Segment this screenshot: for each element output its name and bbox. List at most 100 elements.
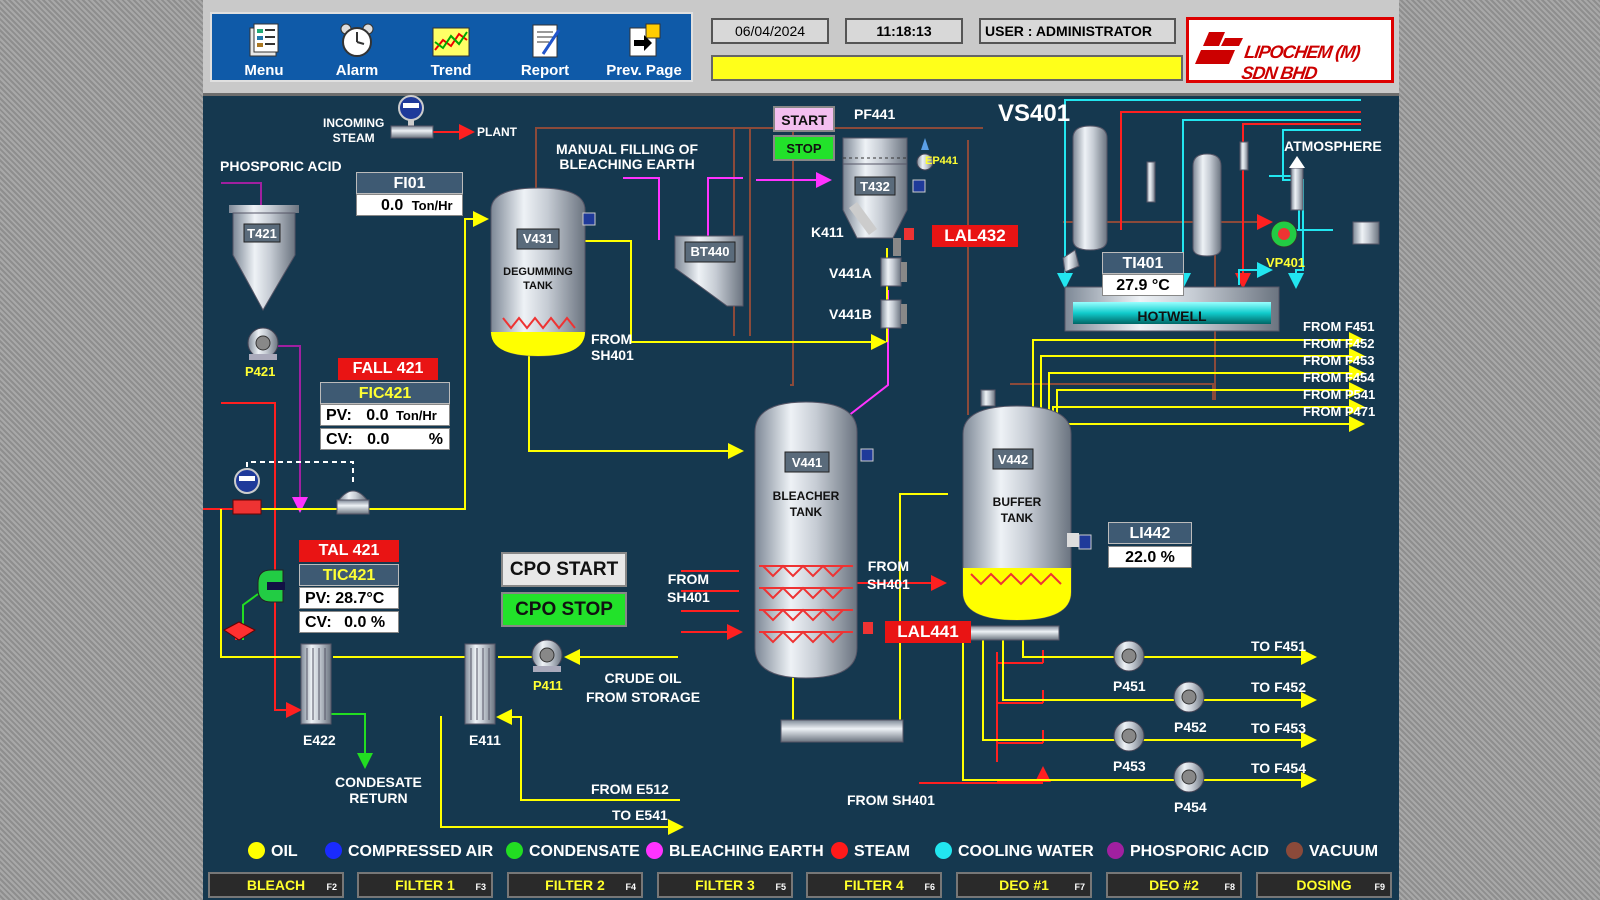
- lal432-sensor: [904, 228, 914, 240]
- pump-p451[interactable]: [1113, 640, 1145, 672]
- fkey-deo2[interactable]: DEO #2 F8: [1106, 872, 1242, 898]
- vacuum-vessel-vs401[interactable]: [1072, 125, 1305, 257]
- fkey-bleach-key: F2: [326, 882, 337, 892]
- bleacher-tank-v441[interactable]: [754, 401, 874, 679]
- fkey-filter1-key: F3: [475, 882, 486, 892]
- vacuum-dot-icon: [1286, 842, 1303, 859]
- fic421-cv-value: 0.0: [367, 431, 390, 448]
- heat-exchanger-e411[interactable]: [464, 643, 496, 725]
- tic421-pv-unit: °C: [366, 590, 385, 607]
- pump-p411[interactable]: [531, 639, 563, 672]
- fkey-bleach[interactable]: BLEACH F2: [208, 872, 344, 898]
- lal441-alarm[interactable]: LAL441: [885, 621, 971, 643]
- v442-tag: V442: [997, 452, 1029, 467]
- from-sh401-pumps-label: FROM SH401: [847, 792, 935, 808]
- incoming-steam-label: INCOMING STEAM: [323, 116, 385, 145]
- tal421-alarm[interactable]: TAL 421: [299, 540, 399, 562]
- pump-p452[interactable]: [1173, 681, 1205, 713]
- fall421-alarm[interactable]: FALL 421: [338, 358, 438, 380]
- fic421-actuator-valve[interactable]: [336, 490, 370, 515]
- li442-sensor: [1067, 533, 1079, 547]
- hotwell-label: HOTWELL: [1137, 308, 1207, 324]
- valve-v441a[interactable]: [880, 257, 907, 287]
- tic421-cv-unit: %: [370, 614, 386, 631]
- fkey-filter4[interactable]: FILTER 4 F6: [806, 872, 942, 898]
- from-sh401-bleacher-label: FROM SH401: [667, 571, 710, 605]
- vp401-label: VP401: [1266, 255, 1306, 270]
- fic421-tag: FIC421: [320, 382, 450, 404]
- v431-tag: V431: [522, 231, 554, 246]
- fi01-unit: Ton/Hr: [411, 198, 453, 213]
- pump-p421[interactable]: [247, 327, 279, 360]
- function-key-bar: BLEACH F2 FILTER 1 F3 FILTER 2 F4 FILTER 3F…: [203, 868, 1399, 900]
- fic421-cv-unit: %: [428, 431, 443, 448]
- lal432-alarm[interactable]: LAL432: [932, 225, 1018, 247]
- cooling-water-dot-icon: [935, 842, 952, 859]
- fkey-deo2-label: DEO #2: [1149, 877, 1199, 893]
- steam-control-valve[interactable]: [390, 95, 434, 139]
- fic421-flow-valve[interactable]: [232, 468, 262, 515]
- pump-p454[interactable]: [1173, 761, 1205, 793]
- to-f454-label: TO F454: [1251, 760, 1306, 776]
- legend-cooling-water-label: COOLING WATER: [958, 843, 1094, 860]
- legend-phosphoric-acid: PHOSPORIC ACID: [1107, 842, 1269, 860]
- cpo-stop-button[interactable]: CPO STOP: [501, 592, 627, 627]
- fi01-tag: FI01: [356, 172, 463, 194]
- valve-v441b[interactable]: [880, 299, 907, 329]
- to-f451-label: TO F451: [1251, 638, 1306, 654]
- pf441-label: PF441: [854, 106, 896, 122]
- legend-compressed-air-label: COMPRESSED AIR: [348, 843, 494, 860]
- v441b-label: V441B: [829, 306, 872, 322]
- cpo-start-button[interactable]: CPO START: [501, 552, 627, 587]
- fkey-dosing[interactable]: DOSING F9: [1256, 872, 1392, 898]
- fic421-pv-value: 0.0: [366, 407, 389, 424]
- tank-t421[interactable]: [229, 205, 299, 312]
- tic421-pv-label: PV:: [305, 590, 331, 607]
- fkey-filter3[interactable]: FILTER 3 F5: [657, 872, 793, 898]
- stop-button[interactable]: STOP: [773, 135, 835, 161]
- phosphoric-acid-label: PHOSPORIC ACID: [220, 158, 342, 174]
- atmosphere-label: ATMOSPHERE: [1284, 138, 1382, 154]
- to-f453-label: TO F453: [1251, 720, 1306, 736]
- from-f454-label: FROM F454: [1303, 370, 1375, 385]
- vacuum-pump-vp401[interactable]: [1270, 220, 1380, 248]
- fkey-filter4-key: F6: [924, 882, 935, 892]
- ti401-value: 27.9: [1116, 277, 1148, 294]
- heat-exchanger-e422[interactable]: [300, 643, 332, 725]
- from-p541-label: FROM P541: [1303, 387, 1376, 402]
- ep441-label: EP441: [925, 155, 959, 167]
- fkey-deo1[interactable]: DEO #1 F7: [956, 872, 1092, 898]
- from-f451-label: FROM F451: [1303, 319, 1375, 334]
- legend-compressed-air: COMPRESSED AIR: [325, 842, 493, 860]
- fkey-filter2[interactable]: FILTER 2 F4: [507, 872, 643, 898]
- manual-filling-label: MANUAL FILLING OF BLEACHING EARTH: [556, 141, 699, 172]
- tic421-pv-box: PV: 28.7°C: [299, 587, 399, 609]
- legend-bleaching-earth-label: BLEACHING EARTH: [669, 843, 824, 860]
- fkey-filter1-label: FILTER 1: [395, 877, 455, 893]
- fkey-filter1[interactable]: FILTER 1 F3: [357, 872, 493, 898]
- fkey-dosing-label: DOSING: [1296, 877, 1352, 893]
- fkey-filter2-label: FILTER 2: [545, 877, 605, 893]
- legend-vacuum-label: VACUUM: [1309, 843, 1379, 860]
- ti401-unit: °C: [1151, 277, 1170, 294]
- start-button[interactable]: START: [773, 106, 835, 132]
- legend-oil: OIL: [248, 842, 298, 860]
- pump-p453[interactable]: [1113, 720, 1145, 752]
- from-f452-label: FROM F452: [1303, 336, 1375, 351]
- oil-dot-icon: [248, 842, 265, 859]
- e422-label: E422: [303, 732, 336, 748]
- fi01-value: 0.0: [381, 197, 404, 214]
- from-sh401-buffer-label: FROM SH401: [867, 558, 910, 592]
- v441-tag: V441: [791, 455, 823, 470]
- li442-value: 22.0: [1125, 549, 1157, 566]
- fic421-pv-box: PV: 0.0 Ton/Hr: [320, 404, 450, 426]
- li442-tag: LI442: [1108, 522, 1192, 544]
- k411-label: K411: [811, 224, 844, 240]
- fic421-pv-unit: Ton/Hr: [395, 408, 437, 423]
- p451-label: P451: [1113, 678, 1146, 694]
- fkey-bleach-label: BLEACH: [246, 877, 306, 893]
- fkey-filter4-label: FILTER 4: [844, 877, 904, 893]
- tic421-cv-box: CV: 0.0 %: [299, 611, 399, 633]
- plant-label: PLANT: [477, 125, 517, 139]
- fkey-filter2-key: F4: [625, 882, 636, 892]
